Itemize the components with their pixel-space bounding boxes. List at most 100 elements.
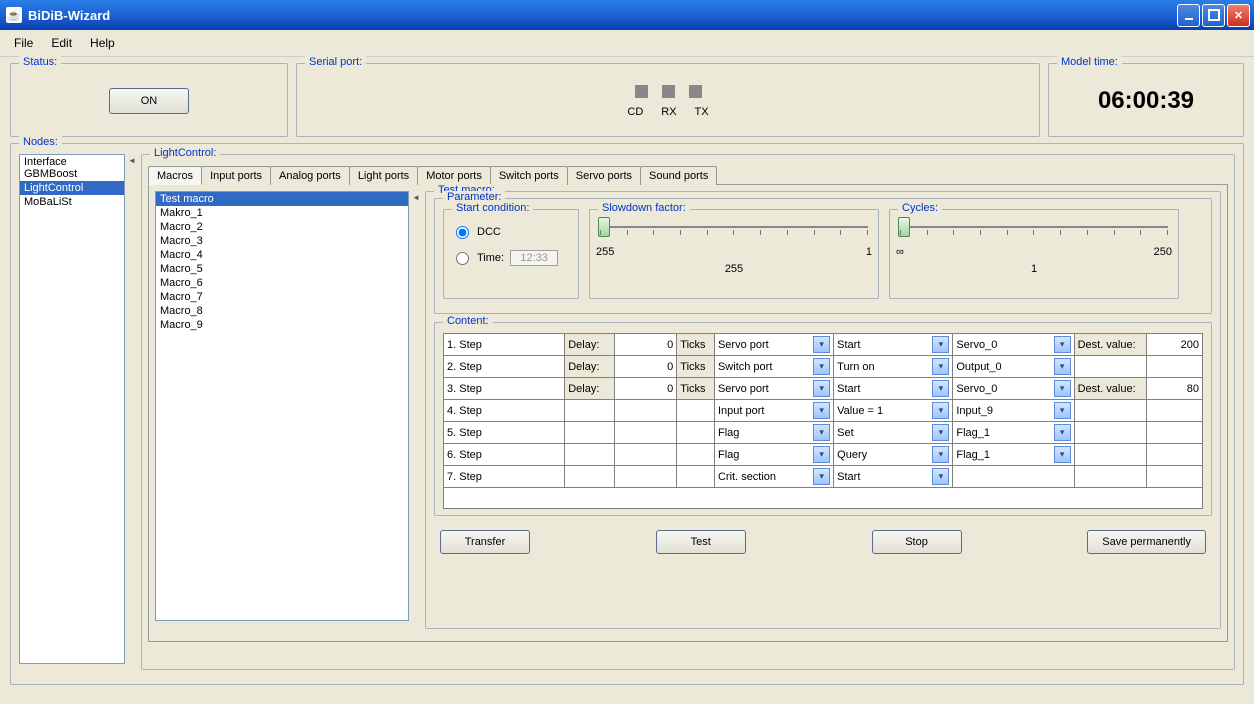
slowdown-slider[interactable] [600,226,868,228]
combo-cell[interactable]: Value = 1▾ [834,400,953,422]
delay-value[interactable]: 0 [615,378,677,400]
slowdown-group: Slowdown factor: 255 1 255 [589,209,879,299]
cycles-min: ∞ [896,246,904,258]
combo-cell[interactable]: Start▾ [834,378,953,400]
combo-cell[interactable]: Start▾ [834,334,953,356]
tab-sound-ports[interactable]: Sound ports [640,166,717,185]
node-item[interactable]: MoBaLiSt [20,195,124,209]
table-row: 2. StepDelay:0TicksSwitch port▾Turn on▾O… [444,356,1203,378]
macro-item[interactable]: Macro_5 [156,262,408,276]
dcc-radio[interactable] [456,226,469,239]
menu-edit[interactable]: Edit [43,34,80,52]
combo-cell[interactable]: Servo_0▾ [953,334,1074,356]
combo-cell[interactable]: Set▾ [834,422,953,444]
time-input[interactable] [510,250,558,266]
tx-label: TX [695,106,709,118]
content-group: Content: 1. StepDelay:0TicksServo port▾S… [434,322,1212,516]
time-label: Time: [477,252,504,264]
macro-list[interactable]: Test macroMakro_1Macro_2Macro_3Macro_4Ma… [155,191,409,621]
macro-detail-group: Test macro: Parameter: Start condition: [425,191,1221,629]
combo-cell[interactable]: Servo port▾ [714,334,833,356]
combo-cell[interactable]: Flag_1▾ [953,422,1074,444]
dest-label: Dest. value: [1074,334,1146,356]
delay-label: Delay: [565,378,615,400]
close-button[interactable]: ✕ [1227,4,1250,27]
macro-item[interactable]: Macro_2 [156,220,408,234]
macro-item[interactable]: Macro_7 [156,290,408,304]
slowdown-min: 255 [596,246,614,258]
combo-cell[interactable]: Input_9▾ [953,400,1074,422]
maximize-button[interactable] [1202,4,1225,27]
stop-button[interactable]: Stop [872,530,962,554]
macro-item[interactable]: Macro_4 [156,248,408,262]
combo-cell[interactable]: Flag▾ [714,422,833,444]
combo-cell[interactable]: Switch port▾ [714,356,833,378]
tab-analog-ports[interactable]: Analog ports [270,166,350,185]
delay-value[interactable]: 0 [615,334,677,356]
tab-motor-ports[interactable]: Motor ports [417,166,491,185]
cycles-slider[interactable] [900,226,1168,228]
lightcontrol-group: LightControl: MacrosInput portsAnalog po… [141,154,1235,670]
ticks-label: Ticks [677,378,715,400]
step-number: 1. Step [444,334,565,356]
table-row: 1. StepDelay:0TicksServo port▾Start▾Serv… [444,334,1203,356]
combo-cell[interactable]: Turn on▾ [834,356,953,378]
macro-splitter[interactable] [415,191,419,635]
save-button[interactable]: Save permanently [1087,530,1206,554]
table-row: 7. StepCrit. section▾Start▾ [444,466,1203,488]
macro-item[interactable]: Macro_8 [156,304,408,318]
dest-label: Dest. value: [1074,378,1146,400]
dest-value[interactable]: 80 [1146,378,1202,400]
step-number: 2. Step [444,356,565,378]
macro-item[interactable]: Test macro [156,192,408,206]
combo-cell[interactable]: Query▾ [834,444,953,466]
combo-cell[interactable]: Start▾ [834,466,953,488]
macro-item[interactable]: Macro_6 [156,276,408,290]
ticks-label: Ticks [677,334,715,356]
combo-cell[interactable]: Output_0▾ [953,356,1074,378]
slowdown-max: 1 [866,246,872,258]
node-item[interactable]: Interface GBMBoost [20,155,124,181]
node-item[interactable]: LightControl [20,181,124,195]
menu-file[interactable]: File [6,34,41,52]
combo-cell[interactable]: Servo_0▾ [953,378,1074,400]
ticks-label: Ticks [677,356,715,378]
status-group: Status: ON [10,63,288,137]
delay-value[interactable]: 0 [615,356,677,378]
steps-table: 1. StepDelay:0TicksServo port▾Start▾Serv… [443,333,1203,509]
start-condition-group: Start condition: DCC Time: [443,209,579,299]
combo-cell[interactable]: Flag_1▾ [953,444,1074,466]
tab-light-ports[interactable]: Light ports [349,166,418,185]
tab-servo-ports[interactable]: Servo ports [567,166,641,185]
combo-cell[interactable]: Input port▾ [714,400,833,422]
transfer-button[interactable]: Transfer [440,530,530,554]
tab-input-ports[interactable]: Input ports [201,166,271,185]
delay-label: Delay: [565,356,615,378]
tab-switch-ports[interactable]: Switch ports [490,166,568,185]
model-time-group: Model time: 06:00:39 [1048,63,1244,137]
on-button[interactable]: ON [109,88,189,114]
dest-value[interactable]: 200 [1146,334,1202,356]
macro-item[interactable]: Macro_9 [156,318,408,332]
minimize-button[interactable] [1177,4,1200,27]
combo-cell[interactable]: Crit. section▾ [714,466,833,488]
tx-led [689,85,702,98]
titlebar: ☕ BiDiB-Wizard ✕ [0,0,1254,30]
time-radio[interactable] [456,252,469,265]
splitter-handle[interactable] [131,154,135,676]
cycles-group: Cycles: ∞ 250 1 [889,209,1179,299]
combo-cell[interactable]: Flag▾ [714,444,833,466]
step-number: 3. Step [444,378,565,400]
macro-item[interactable]: Macro_3 [156,234,408,248]
combo-cell[interactable]: Servo port▾ [714,378,833,400]
delay-label: Delay: [565,334,615,356]
content-legend: Content: [443,315,493,327]
nodes-list[interactable]: Interface GBMBoostLightControlMoBaLiSt [19,154,125,664]
menu-help[interactable]: Help [82,34,123,52]
test-button[interactable]: Test [656,530,746,554]
tab-macros[interactable]: Macros [148,166,202,185]
java-icon: ☕ [6,7,22,23]
rx-label: RX [661,106,676,118]
window-buttons: ✕ [1177,4,1250,27]
macro-item[interactable]: Makro_1 [156,206,408,220]
